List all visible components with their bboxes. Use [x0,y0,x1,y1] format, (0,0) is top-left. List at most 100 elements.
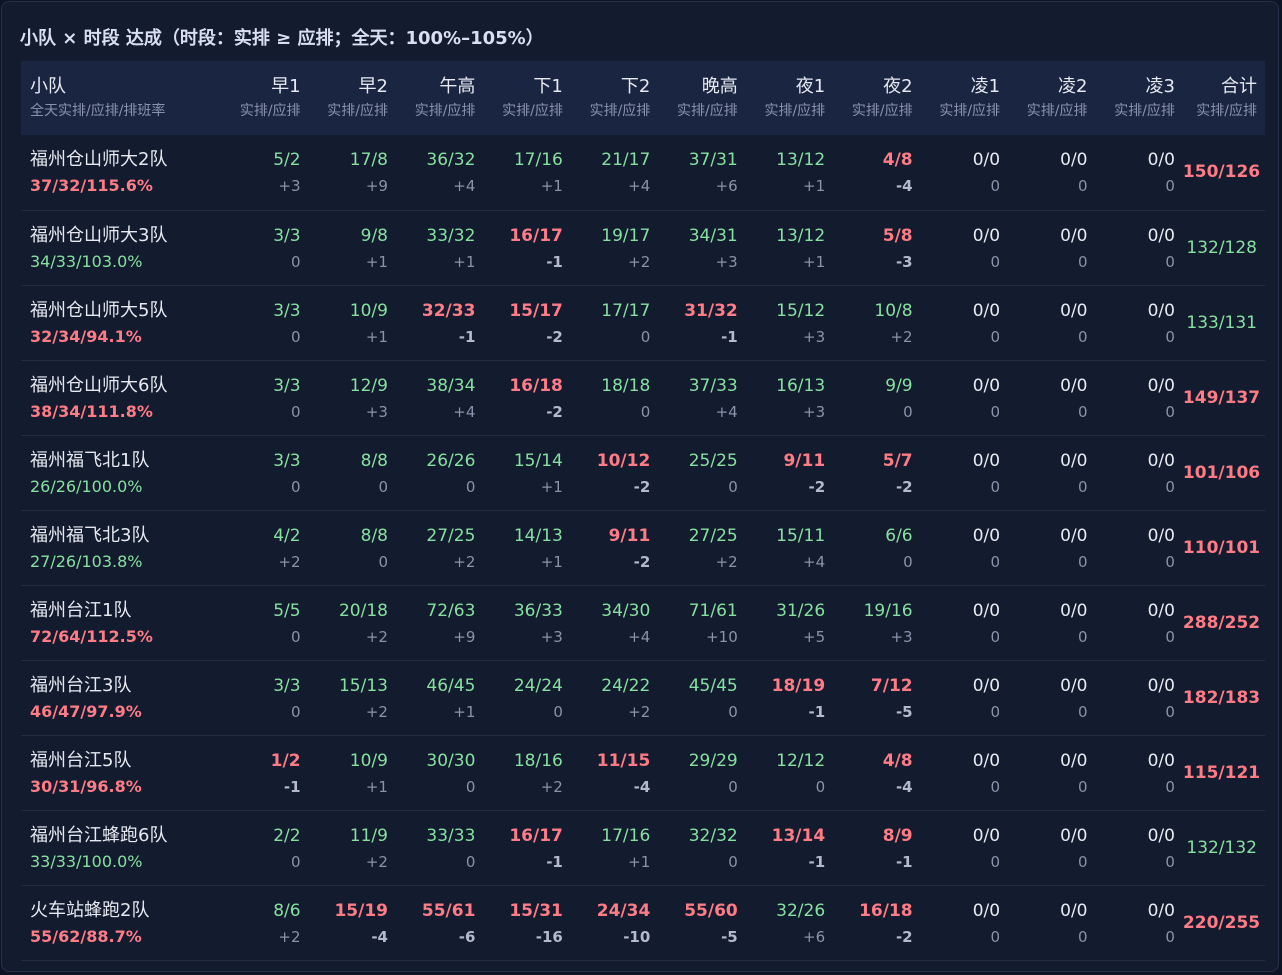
segment-cell: 4/8 -4 [833,735,920,810]
segment-cell: 0/0 0 [921,585,1008,660]
segment-delta: -2 [633,477,651,496]
segment-cell: 0/0 0 [1008,285,1095,360]
header-segment: 夜1 实排/应排 [746,61,833,135]
team-cell: 福州福飞北1队 26/26/100.0% [21,435,221,510]
segment-delta: -1 [808,702,826,721]
segment-cell: 4/8 -4 [833,135,920,210]
segment-delta: 0 [1077,327,1088,346]
segment-ratio: 5/2 [273,150,301,171]
segment-delta: 0 [1077,252,1088,271]
segment-cell: 2/2 0 [221,810,308,885]
segment-delta: 0 [291,477,301,496]
segment-delta: +2 [453,552,476,571]
segment-cell: 0/0 0 [1095,360,1182,435]
segment-delta: 0 [291,627,301,646]
segment-ratio: 2/2 [273,825,301,846]
header-segment-label: 凌1 [970,76,1001,97]
total-cell: 220/255 [1183,885,1265,960]
segment-delta: 0 [1077,552,1088,571]
segment-ratio: 0/0 [972,150,1001,171]
segment-delta: -1 [895,852,913,871]
segment-cell: 16/17 -1 [483,810,570,885]
segment-ratio: 4/2 [273,525,301,546]
team-name: 福州福飞北1队 [30,449,150,471]
segment-ratio: 0/0 [1060,900,1088,921]
segment-cell: 1/2 -1 [221,735,308,810]
segment-delta: +1 [365,252,388,271]
team-summary: 37/32/115.6% [30,176,153,196]
segment-ratio: 3/3 [273,225,301,246]
segment-delta: 0 [1077,702,1088,721]
segment-ratio: 0/0 [1147,675,1175,696]
segment-ratio: 12/12 [776,750,826,771]
segment-cell: 16/18 -2 [483,360,570,435]
segment-delta: +3 [803,402,826,421]
segment-ratio: 0/0 [1060,600,1088,621]
team-name: 福州台江5队 [30,749,132,771]
segment-cell: 16/18 -2 [833,885,920,960]
header-segment-label: 下2 [620,76,651,97]
segment-ratio: 29/29 [688,750,738,771]
segment-delta: +2 [540,777,563,796]
segment-cell: 9/8 +1 [309,210,396,285]
segment-ratio: 30/30 [426,750,476,771]
segment-ratio: 0/0 [972,225,1001,246]
segment-ratio: 18/18 [601,375,651,396]
segment-ratio: 5/7 [882,450,913,471]
segment-delta: +2 [628,252,651,271]
segment-cell: 32/26 +6 [746,885,833,960]
header-segment-sub: 实排/应排 [1114,103,1175,119]
segment-ratio: 0/0 [1147,300,1175,321]
segment-ratio: 19/16 [863,600,913,621]
header-segment-sub: 实排/应排 [939,103,1001,119]
segment-delta: -1 [458,327,476,346]
segment-ratio: 16/17 [509,225,563,246]
segment-ratio: 27/25 [688,525,738,546]
segment-delta: 0 [1165,327,1175,346]
segment-delta: 0 [1077,927,1088,946]
segment-ratio: 0/0 [1060,150,1088,171]
segment-cell: 15/19 -4 [309,885,396,960]
segment-delta: -1 [546,852,563,871]
header-segment: 凌1 实排/应排 [921,61,1008,135]
segment-delta: +9 [365,177,388,196]
team-summary: 72/64/112.5% [30,626,153,646]
segment-ratio: 24/24 [513,675,563,696]
segment-ratio: 71/61 [688,600,738,621]
segment-ratio: 37/33 [688,375,738,396]
segment-cell: 10/12 -2 [571,435,658,510]
segment-cell: 17/8 +9 [309,135,396,210]
segment-delta: 0 [1077,777,1088,796]
segment-cell: 15/31 -16 [483,885,570,960]
segment-delta: -2 [895,477,913,496]
segment-ratio: 0/0 [1060,675,1088,696]
segment-ratio: 9/8 [360,225,388,246]
segment-cell: 11/15 -4 [571,735,658,810]
segment-delta: 0 [1077,477,1088,496]
segment-delta: +2 [278,552,301,571]
segment-cell: 0/0 0 [921,810,1008,885]
segment-ratio: 9/11 [608,525,651,546]
segment-ratio: 10/9 [349,750,388,771]
segment-delta: 0 [990,702,1001,721]
total-cell: 182/183 [1183,660,1265,735]
team-name: 福州福飞北3队 [30,524,150,546]
segment-delta: 0 [378,477,388,496]
header-segment-label: 午高 [439,76,476,97]
segment-delta: +1 [453,702,476,721]
segment-ratio: 0/0 [972,675,1001,696]
header-segment-label: 凌3 [1145,76,1175,97]
segment-cell: 19/16 +3 [833,585,920,660]
segment-delta: 0 [903,402,913,421]
segment-ratio: 27/25 [426,525,476,546]
segment-delta: -4 [895,177,913,196]
segment-cell: 3/3 0 [221,360,308,435]
segment-cell: 10/9 +1 [309,735,396,810]
team-cell: 福州台江蜂跑6队 33/33/100.0% [21,810,221,885]
header-segment-label: 晚高 [701,76,738,97]
segment-delta: 0 [990,552,1001,571]
header-segment-label: 早1 [271,76,301,97]
segment-cell: 0/0 0 [1095,210,1182,285]
segment-ratio: 8/8 [360,525,388,546]
segment-cell: 45/45 0 [658,660,745,735]
